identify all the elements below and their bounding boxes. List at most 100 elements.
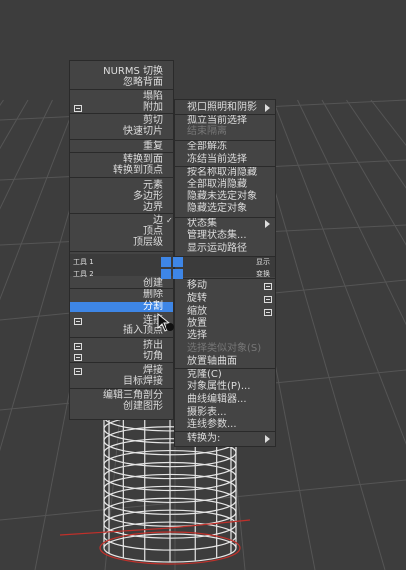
left-menu-item[interactable]: 编辑三角剖分 bbox=[70, 391, 173, 401]
left-menu-item[interactable]: 顶点 bbox=[70, 227, 173, 237]
right-menu-item[interactable]: 状态集 bbox=[175, 219, 275, 229]
right-menu-item[interactable]: 曲线编辑器... bbox=[175, 395, 275, 405]
left-menu-item[interactable]: 剪切 bbox=[70, 116, 173, 126]
options-box-icon[interactable] bbox=[264, 309, 272, 316]
right-menu-item[interactable]: 移动 bbox=[175, 281, 275, 291]
left-menu-item-label: 转换到面 bbox=[123, 154, 163, 165]
right-menu-item-label: 旋转 bbox=[187, 293, 207, 304]
right-menu-item-label: 视口照明和阴影 bbox=[187, 102, 257, 113]
right-menu-item[interactable]: 旋转 bbox=[175, 294, 275, 304]
right-menu-item[interactable]: 隐藏未选定对象 bbox=[175, 192, 275, 202]
options-box-icon[interactable] bbox=[74, 318, 82, 325]
menu-separator bbox=[70, 362, 173, 363]
options-box-icon[interactable] bbox=[74, 368, 82, 375]
left-menu-item[interactable]: 忽略背面 bbox=[70, 78, 173, 88]
left-menu-item-label: 焊接 bbox=[143, 365, 163, 376]
right-menu-item[interactable]: 选择 bbox=[175, 331, 275, 341]
left-menu-item[interactable]: 目标焊接 bbox=[70, 377, 173, 387]
left-menu-item[interactable]: 元素 bbox=[70, 181, 173, 191]
left-menu-item[interactable]: 切角 bbox=[70, 352, 173, 362]
right-menu-item-label: 对象属性(P)... bbox=[187, 381, 251, 392]
options-box-icon[interactable] bbox=[74, 354, 82, 361]
left-menu-item[interactable]: 顶层级 bbox=[70, 238, 173, 248]
submenu-arrow-icon bbox=[265, 220, 270, 228]
left-menu-item[interactable]: 转换到顶点 bbox=[70, 166, 173, 176]
right-menu-item-label: 孤立当前选择 bbox=[187, 115, 247, 126]
right-menu-item[interactable]: 隐藏选定对象 bbox=[175, 204, 275, 214]
options-box-icon[interactable] bbox=[264, 283, 272, 290]
quad-center-bottom-right[interactable] bbox=[173, 269, 183, 279]
quad-center-top-left[interactable] bbox=[161, 257, 171, 267]
options-box-icon[interactable] bbox=[74, 343, 82, 350]
left-menu-item[interactable]: 塌陷 bbox=[70, 92, 173, 102]
left-menu-item[interactable]: 挤出 bbox=[70, 341, 173, 351]
right-menu-item[interactable]: 连线参数... bbox=[175, 420, 275, 430]
left-menu-item[interactable]: 多边形 bbox=[70, 192, 173, 202]
right-menu-item[interactable]: 视口照明和阴影 bbox=[175, 103, 275, 113]
left-menu-item-label: 边 bbox=[153, 215, 163, 226]
right-menu-item[interactable]: 放置轴曲面 bbox=[175, 357, 275, 367]
right-menu-item[interactable]: 对象属性(P)... bbox=[175, 382, 275, 392]
options-box-icon[interactable] bbox=[264, 296, 272, 303]
right-menu-item[interactable]: 结束隔离 bbox=[175, 127, 275, 137]
menu-separator bbox=[175, 431, 275, 432]
left-menu-item[interactable]: 删除 bbox=[70, 290, 173, 300]
left-menu-item-label: NURMS 切换 bbox=[103, 66, 163, 77]
right-menu-item[interactable]: 管理状态集... bbox=[175, 231, 275, 241]
right-menu-item[interactable]: 摄影表... bbox=[175, 408, 275, 418]
right-menu-item[interactable]: 冻结当前选择 bbox=[175, 155, 275, 165]
menu-separator bbox=[175, 140, 275, 141]
left-menu-item-label: 元素 bbox=[143, 180, 163, 191]
left-menu-item[interactable]: 转换到面 bbox=[70, 155, 173, 165]
left-menu-item-label: 忽略背面 bbox=[123, 77, 163, 88]
quad-center-top-right[interactable] bbox=[173, 257, 183, 267]
left-menu-item[interactable]: 分割 bbox=[70, 302, 173, 312]
left-menu-item-label: 删除 bbox=[143, 289, 163, 300]
options-box-icon[interactable] bbox=[74, 105, 82, 112]
right-menu-item[interactable]: 选择类似对象(S) bbox=[175, 344, 275, 354]
left-menu-item[interactable]: ✓ 边 bbox=[70, 216, 173, 226]
quad-center-bottom-left[interactable] bbox=[161, 269, 171, 279]
left-menu-item[interactable]: 边界 bbox=[70, 203, 173, 213]
submenu-arrow-icon bbox=[265, 435, 270, 443]
left-menu-item-label: 挤出 bbox=[143, 340, 163, 351]
left-menu-item[interactable]: 焊接 bbox=[70, 366, 173, 376]
submenu-arrow-icon bbox=[265, 104, 270, 112]
left-menu-item-label: 切角 bbox=[143, 351, 163, 362]
left-menu-item[interactable]: NURMS 切换 bbox=[70, 67, 173, 77]
right-menu-item[interactable]: 全部取消隐藏 bbox=[175, 180, 275, 190]
left-menu-item-label: 创建图形 bbox=[123, 401, 163, 412]
right-menu-item-label: 隐藏选定对象 bbox=[187, 203, 247, 214]
menu-separator bbox=[175, 278, 275, 279]
right-menu-item[interactable]: 按名称取消隐藏 bbox=[175, 168, 275, 178]
left-menu-item[interactable]: 附加 bbox=[70, 103, 173, 113]
right-menu-item[interactable]: 孤立当前选择 bbox=[175, 116, 275, 126]
left-menu-item-label: 多边形 bbox=[133, 191, 163, 202]
left-menu-item-label: 塌陷 bbox=[143, 91, 163, 102]
left-menu-item[interactable]: 快速切片 bbox=[70, 127, 173, 137]
menu-separator bbox=[70, 213, 173, 214]
right-menu-item-label: 管理状态集... bbox=[187, 230, 247, 241]
left-menu-item-label: 附加 bbox=[143, 102, 163, 113]
right-menu-item[interactable]: 缩放 bbox=[175, 307, 275, 317]
quad-menu-left: NURMS 切换 忽略背面塌陷 附加剪切 快速切片重复转换到面 转换到顶点元素 多边形 边界… bbox=[69, 60, 174, 420]
right-menu-item[interactable]: 全部解冻 bbox=[175, 142, 275, 152]
menu-separator bbox=[175, 166, 275, 167]
right-menu-item[interactable]: 显示运动路径 bbox=[175, 244, 275, 254]
right-menu-item-label: 选择类似对象(S) bbox=[187, 343, 262, 354]
menu-separator bbox=[175, 368, 275, 369]
left-menu-item[interactable]: 重复 bbox=[70, 142, 173, 152]
right-menu-item[interactable]: 放置 bbox=[175, 319, 275, 329]
right-menu-item-label: 冻结当前选择 bbox=[187, 154, 247, 165]
right-menu-item-label: 连线参数... bbox=[187, 419, 237, 430]
right-menu-item[interactable]: 转换为: bbox=[175, 434, 275, 444]
left-menu-item-label: 分割 bbox=[143, 301, 163, 312]
left-menu-item-label: 顶点 bbox=[143, 226, 163, 237]
left-menu-item[interactable]: 创建图形 bbox=[70, 402, 173, 412]
right-menu-item[interactable]: 克隆(C) bbox=[175, 370, 275, 380]
quad-header-tools1: 工具 1 bbox=[73, 258, 94, 266]
menu-separator bbox=[70, 139, 173, 140]
left-menu-item-label: 编辑三角剖分 bbox=[103, 390, 163, 401]
right-menu-item-label: 隐藏未选定对象 bbox=[187, 191, 257, 202]
right-menu-item-label: 全部取消隐藏 bbox=[187, 179, 247, 190]
